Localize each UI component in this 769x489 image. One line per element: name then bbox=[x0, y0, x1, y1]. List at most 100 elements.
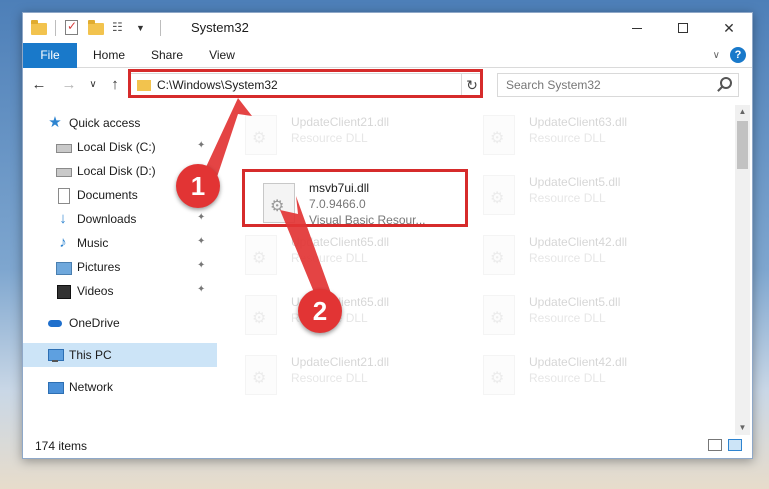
file-item[interactable]: UpdateClient21.dll Resource DLL bbox=[227, 109, 455, 163]
help-icon[interactable]: ? bbox=[730, 47, 746, 63]
dll-file-icon bbox=[245, 115, 277, 155]
details-view-icon[interactable] bbox=[708, 439, 722, 451]
minimize-button[interactable] bbox=[614, 13, 660, 43]
properties-icon[interactable] bbox=[64, 19, 80, 36]
tab-file[interactable]: File bbox=[23, 43, 77, 68]
tab-home[interactable]: Home bbox=[81, 43, 137, 68]
toolbar-separator bbox=[160, 20, 161, 36]
pin-icon[interactable]: ✦ bbox=[197, 237, 205, 247]
pin-icon[interactable]: ✦ bbox=[197, 261, 205, 271]
large-icons-view-icon[interactable] bbox=[728, 439, 742, 451]
back-button[interactable]: ← bbox=[29, 75, 49, 95]
close-button[interactable]: ✕ bbox=[706, 13, 752, 43]
address-path[interactable]: C:\Windows\System32 bbox=[157, 78, 278, 92]
sidebar-item-label: Network bbox=[69, 380, 114, 394]
dropdown-icon[interactable]: ▼ bbox=[136, 20, 152, 36]
file-description: Resource DLL bbox=[529, 191, 606, 205]
file-item-msvb7ui[interactable]: msvb7ui.dll 7.0.9466.0 Visual Basic Reso… bbox=[245, 177, 473, 231]
dll-file-icon bbox=[483, 355, 515, 395]
scroll-up-icon[interactable]: ▲ bbox=[735, 105, 750, 119]
navigation-pane: ★ Quick access Local Disk (C:) ✦ Local D… bbox=[23, 105, 217, 435]
file-item[interactable]: UpdateClient65.dll Resource DLL bbox=[227, 229, 455, 283]
file-item[interactable]: UpdateClient63.dll Resource DLL bbox=[465, 109, 693, 163]
sidebar-item-label: This PC bbox=[69, 348, 112, 362]
sidebar-item-this-pc[interactable]: This PC bbox=[23, 343, 217, 367]
sidebar-item-quick-access[interactable]: ★ Quick access bbox=[23, 111, 217, 135]
sidebar-item-downloads[interactable]: ↓ Downloads ✦ bbox=[23, 207, 217, 231]
toolbar-separator bbox=[55, 20, 56, 36]
dll-file-icon bbox=[483, 295, 515, 335]
tab-share[interactable]: Share bbox=[143, 43, 191, 68]
address-bar[interactable]: C:\Windows\System32 ∨ bbox=[130, 73, 482, 97]
maximize-button[interactable] bbox=[660, 13, 706, 43]
recent-locations-chevron-icon[interactable]: ∨ bbox=[83, 75, 103, 95]
dll-file-icon bbox=[263, 183, 295, 223]
dll-file-icon bbox=[245, 295, 277, 335]
search-icon[interactable] bbox=[720, 77, 732, 89]
sidebar-item-label: Videos bbox=[77, 284, 114, 298]
window-title: System32 bbox=[191, 20, 249, 35]
videos-icon bbox=[55, 283, 71, 299]
view-icon[interactable]: ☷ bbox=[112, 20, 128, 36]
sidebar-item-label: Quick access bbox=[69, 116, 141, 130]
sidebar-item-label: Music bbox=[77, 236, 109, 250]
forward-button[interactable]: → bbox=[59, 75, 79, 95]
pin-icon[interactable]: ✦ bbox=[197, 213, 205, 223]
file-name: UpdateClient63.dll bbox=[529, 115, 628, 129]
sidebar-item-network[interactable]: Network bbox=[23, 375, 217, 399]
sidebar-item-onedrive[interactable]: OneDrive bbox=[23, 311, 217, 335]
scroll-down-icon[interactable]: ▼ bbox=[735, 421, 750, 435]
file-name: UpdateClient5.dll bbox=[529, 295, 621, 309]
file-name: msvb7ui.dll bbox=[309, 181, 370, 195]
navigation-bar: ← → ∨ ↑ C:\Windows\System32 ∨ ↻ bbox=[23, 69, 752, 101]
search-input[interactable] bbox=[498, 74, 708, 96]
search-box[interactable] bbox=[497, 73, 739, 97]
pin-icon[interactable]: ✦ bbox=[197, 285, 205, 295]
file-item[interactable]: UpdateClient5.dll Resource DLL bbox=[465, 289, 693, 343]
quick-access-toolbar: ☷ ▼ bbox=[31, 19, 161, 37]
file-item[interactable]: UpdateClient42.dll Resource DLL bbox=[465, 229, 693, 283]
file-item[interactable]: UpdateClient42.dll Resource DLL bbox=[465, 349, 693, 403]
sidebar-item-documents[interactable]: Documents ✦ bbox=[23, 183, 217, 207]
ribbon-tabs: File Home Share View ∨ ? bbox=[23, 43, 752, 68]
file-item[interactable]: UpdateClient21.dll Resource DLL bbox=[227, 349, 455, 403]
drive-icon bbox=[55, 163, 72, 179]
sidebar-item-label: Local Disk (C:) bbox=[77, 140, 156, 154]
file-item[interactable]: UpdateClient65.dll Resource DLL bbox=[227, 289, 455, 343]
scrollbar-thumb[interactable] bbox=[737, 121, 748, 169]
sidebar-item-videos[interactable]: Videos ✦ bbox=[23, 279, 217, 303]
pin-icon[interactable]: ✦ bbox=[197, 141, 205, 151]
new-folder-icon[interactable] bbox=[88, 20, 104, 36]
sidebar-item-pictures[interactable]: Pictures ✦ bbox=[23, 255, 217, 279]
pin-icon[interactable]: ✦ bbox=[197, 165, 205, 175]
downloads-icon: ↓ bbox=[59, 210, 67, 227]
vertical-scrollbar[interactable]: ▲ ▼ bbox=[735, 105, 750, 435]
file-item[interactable]: UpdateClient5.dll Resource DLL bbox=[465, 169, 693, 223]
sidebar-item-local-disk-d[interactable]: Local Disk (D:) ✦ bbox=[23, 159, 217, 183]
documents-icon bbox=[55, 187, 71, 204]
refresh-button[interactable]: ↻ bbox=[461, 73, 483, 97]
tab-view[interactable]: View bbox=[199, 43, 245, 68]
onedrive-icon bbox=[47, 315, 63, 331]
file-name: UpdateClient21.dll bbox=[291, 355, 390, 369]
up-button[interactable]: ↑ bbox=[105, 75, 125, 95]
view-toggles bbox=[708, 439, 742, 451]
file-name: UpdateClient42.dll bbox=[529, 235, 628, 249]
file-list: UpdateClient21.dll Resource DLL UpdateCl… bbox=[227, 105, 731, 433]
drive-icon bbox=[55, 139, 72, 155]
dll-file-icon bbox=[245, 355, 277, 395]
window-controls: ✕ bbox=[614, 13, 752, 43]
this-pc-icon bbox=[47, 347, 64, 363]
pin-icon[interactable]: ✦ bbox=[197, 189, 205, 199]
item-count: 174 items bbox=[35, 439, 88, 453]
file-description: Resource DLL bbox=[291, 251, 368, 265]
file-name: UpdateClient42.dll bbox=[529, 355, 628, 369]
sidebar-item-music[interactable]: ♪ Music ✦ bbox=[23, 231, 217, 255]
file-description: Resource DLL bbox=[529, 371, 606, 385]
file-name: UpdateClient65.dll bbox=[291, 295, 390, 309]
expand-ribbon-chevron-icon[interactable]: ∨ bbox=[713, 50, 720, 61]
file-description: Resource DLL bbox=[529, 131, 606, 145]
sidebar-item-local-disk-c[interactable]: Local Disk (C:) ✦ bbox=[23, 135, 217, 159]
network-icon bbox=[47, 379, 64, 395]
file-description: Visual Basic Resour... bbox=[309, 213, 426, 227]
